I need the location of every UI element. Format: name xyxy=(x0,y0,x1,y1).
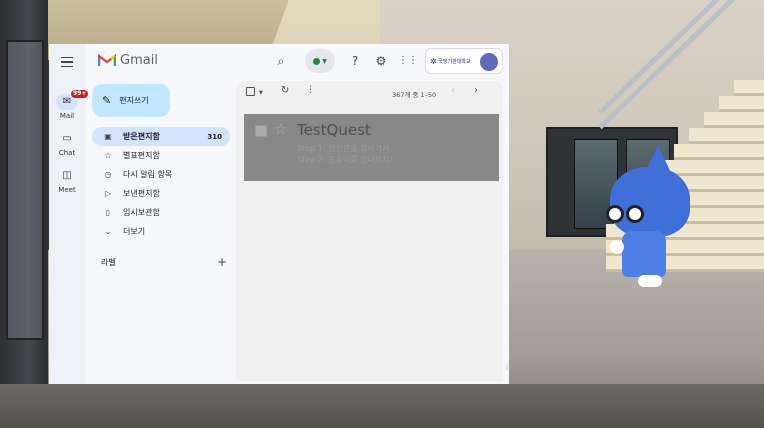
row-checkbox[interactable] xyxy=(255,125,267,137)
brand-name: Gmail xyxy=(120,53,158,68)
more-options-icon[interactable]: ⋮ xyxy=(306,85,315,95)
gear-icon[interactable]: ⚙ xyxy=(373,53,389,69)
inbox-icon: ▣ xyxy=(104,132,112,141)
account-switcher[interactable]: ✲ 국방기관대학교 xyxy=(425,48,503,74)
sidebar-item-inbox[interactable]: ▣ 받은편지함 310 xyxy=(92,127,230,146)
labels-section: 라벨 + xyxy=(101,255,227,269)
sidebar-item-label: 보낸편지함 xyxy=(123,189,160,198)
mail-list-item[interactable]: ☆ TestQuest Step 1: 명신관을 찾아가자 Step 2: 눈송… xyxy=(244,114,499,181)
pencil-icon: ✎ xyxy=(102,94,112,107)
prev-page-icon[interactable]: ‹ xyxy=(451,85,455,96)
unread-badge: 99+ xyxy=(71,90,89,98)
apps-grid-icon[interactable]: ⋮⋮ xyxy=(398,53,418,69)
unread-count: 310 xyxy=(207,132,222,141)
glass-door xyxy=(0,0,48,428)
rail-item-label: Chat xyxy=(58,149,76,157)
sidebar-item-label: 더보기 xyxy=(123,227,146,236)
labels-heading: 라벨 xyxy=(101,258,116,267)
mail-snippet-line: Step 2: 눈송이를 만나보자! xyxy=(297,155,393,164)
floor-shadow xyxy=(0,384,764,428)
organization-logo: ✲ 국방기관대학교 xyxy=(430,57,471,66)
rail-item-mail[interactable]: ✉ 99+ Mail xyxy=(49,90,89,120)
resize-handle[interactable]: ⋮ xyxy=(504,364,509,378)
sidebar-item-label: 다시 알림 항목 xyxy=(123,170,173,179)
main-menu-button[interactable] xyxy=(57,52,77,72)
folder-list: ▣ 받은편지함 310 ☆ 별표편지함 ◷ 다시 알림 항목 ▷ 보낸편지함 ▯… xyxy=(92,127,230,241)
chat-icon: ▭ xyxy=(62,133,72,144)
next-page-icon[interactable]: › xyxy=(474,85,478,96)
avatar[interactable] xyxy=(480,53,498,71)
mail-subject: TestQuest xyxy=(297,121,371,139)
search-icon[interactable]: ⌕ xyxy=(273,53,289,69)
gmail-m-icon xyxy=(98,54,116,67)
star-icon: ☆ xyxy=(104,151,112,160)
sidebar-item-label: 임시보관함 xyxy=(123,208,160,217)
select-dropdown-icon[interactable]: ▼ xyxy=(259,90,263,96)
rail-item-label: Mail xyxy=(59,112,75,120)
compose-label: 편지쓰기 xyxy=(119,96,149,105)
star-icon[interactable]: ☆ xyxy=(274,120,287,138)
add-label-icon[interactable]: + xyxy=(217,255,227,269)
rail-item-label: Meet xyxy=(58,186,76,194)
video-icon: ◫ xyxy=(62,170,72,181)
gmail-window: ✉ 99+ Mail ▭ Chat ◫ Meet Gmail ⌕ ▼ ? ⚙ ⋮… xyxy=(49,44,509,384)
select-all-checkbox[interactable] xyxy=(246,87,255,98)
rail-item-chat[interactable]: ▭ Chat xyxy=(49,131,85,157)
gmail-logo[interactable]: Gmail xyxy=(98,53,158,68)
refresh-icon[interactable]: ↻ xyxy=(281,85,289,96)
blue-mascot-character xyxy=(604,145,694,295)
sidebar-item-label: 받은편지함 xyxy=(123,132,160,141)
sidebar-item-snoozed[interactable]: ◷ 다시 알림 항목 xyxy=(92,165,230,184)
clock-icon: ◷ xyxy=(104,170,112,179)
mail-toolbar: ▼ ↻ ⋮ 367개 중 1–50 ‹ › xyxy=(236,81,503,107)
sidebar-item-sent[interactable]: ▷ 보낸편지함 xyxy=(92,184,230,203)
send-icon: ▷ xyxy=(104,189,112,198)
sidebar-item-starred[interactable]: ☆ 별표편지함 xyxy=(92,146,230,165)
active-status-icon xyxy=(313,57,321,65)
compose-button[interactable]: ✎ 편지쓰기 xyxy=(92,84,170,117)
mail-list-panel: ▼ ↻ ⋮ 367개 중 1–50 ‹ › ☆ TestQuest Step 1… xyxy=(236,81,503,381)
status-selector[interactable]: ▼ xyxy=(305,49,335,73)
draft-icon: ▯ xyxy=(105,208,111,217)
mail-snippet-line: Step 1: 명신관을 찾아가자 xyxy=(297,144,390,153)
chevron-down-icon: ▼ xyxy=(322,57,327,65)
rail-item-meet[interactable]: ◫ Meet xyxy=(49,168,85,194)
top-bar: Gmail ⌕ ▼ ? ⚙ ⋮⋮ ✲ 국방기관대학교 xyxy=(85,44,509,78)
chevron-down-icon: ⌄ xyxy=(104,227,112,236)
pagination-info: 367개 중 1–50 xyxy=(392,91,437,99)
help-icon[interactable]: ? xyxy=(347,53,363,69)
sidebar-item-label: 별표편지함 xyxy=(123,151,160,160)
sidebar-item-drafts[interactable]: ▯ 임시보관함 xyxy=(92,203,230,222)
app-rail: ✉ 99+ Mail ▭ Chat ◫ Meet xyxy=(49,44,89,384)
inbox-icon: ✉ 99+ xyxy=(56,90,89,110)
sidebar-item-more[interactable]: ⌄ 더보기 xyxy=(92,222,230,241)
hamburger-icon xyxy=(61,56,73,59)
